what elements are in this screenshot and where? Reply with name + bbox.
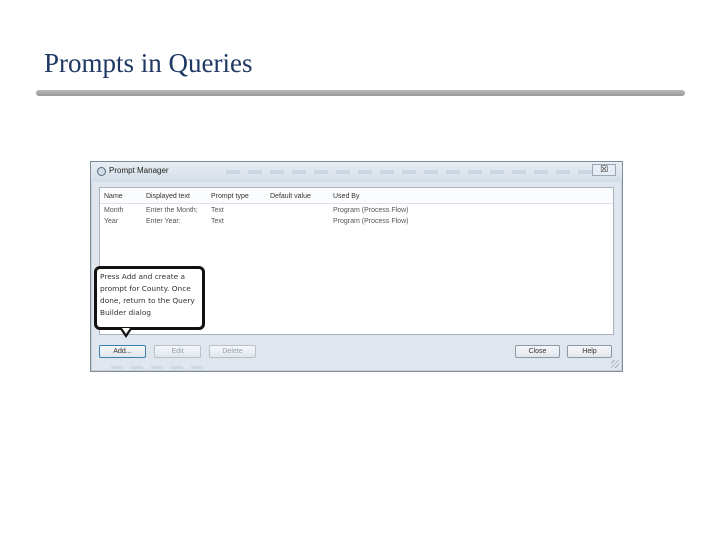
edit-button[interactable]: Edit (154, 345, 201, 358)
column-header-name[interactable]: Name (104, 193, 123, 200)
list-header: Name Displayed text Prompt type Default … (100, 188, 613, 204)
column-header-default-value[interactable]: Default value (270, 193, 311, 200)
row-prompt-type: Text (211, 207, 224, 214)
row-displayed-text: Enter Year: (146, 218, 181, 225)
row-displayed-text: Enter the Month: (146, 207, 198, 214)
slide-title: Prompts in Queries (44, 48, 253, 78)
background-toolbar-blur (226, 170, 596, 174)
column-header-displayed-text[interactable]: Displayed text (146, 193, 190, 200)
delete-button[interactable]: Delete (209, 345, 256, 358)
close-button[interactable]: Close (515, 345, 560, 358)
row-prompt-type: Text (211, 218, 224, 225)
resize-grip-icon[interactable] (611, 360, 619, 368)
row-name: Year (104, 218, 119, 225)
dialog-title: Prompt Manager (109, 166, 169, 175)
help-button[interactable]: Help (567, 345, 612, 358)
close-icon[interactable]: ☒ (592, 164, 616, 176)
title-divider (36, 90, 685, 96)
column-header-used-by[interactable]: Used By (333, 193, 359, 200)
dialog-titlebar: Prompt Manager ☒ (91, 162, 622, 182)
add-button[interactable]: Add... (99, 345, 146, 358)
app-icon (97, 167, 106, 176)
instruction-callout: Press Add and create a prompt for County… (94, 266, 205, 330)
row-name: Month (104, 207, 124, 214)
table-row[interactable]: Year Enter Year: Text Program (Process F… (100, 217, 613, 228)
table-row[interactable]: Month Enter the Month: Text Program (Pro… (100, 206, 613, 217)
background-taskbar-blur (111, 366, 211, 369)
callout-pointer-fill (122, 328, 130, 334)
row-used-by: Program (Process Flow) (333, 218, 409, 225)
row-used-by: Program (Process Flow) (333, 207, 409, 214)
column-header-prompt-type[interactable]: Prompt type (211, 193, 249, 200)
